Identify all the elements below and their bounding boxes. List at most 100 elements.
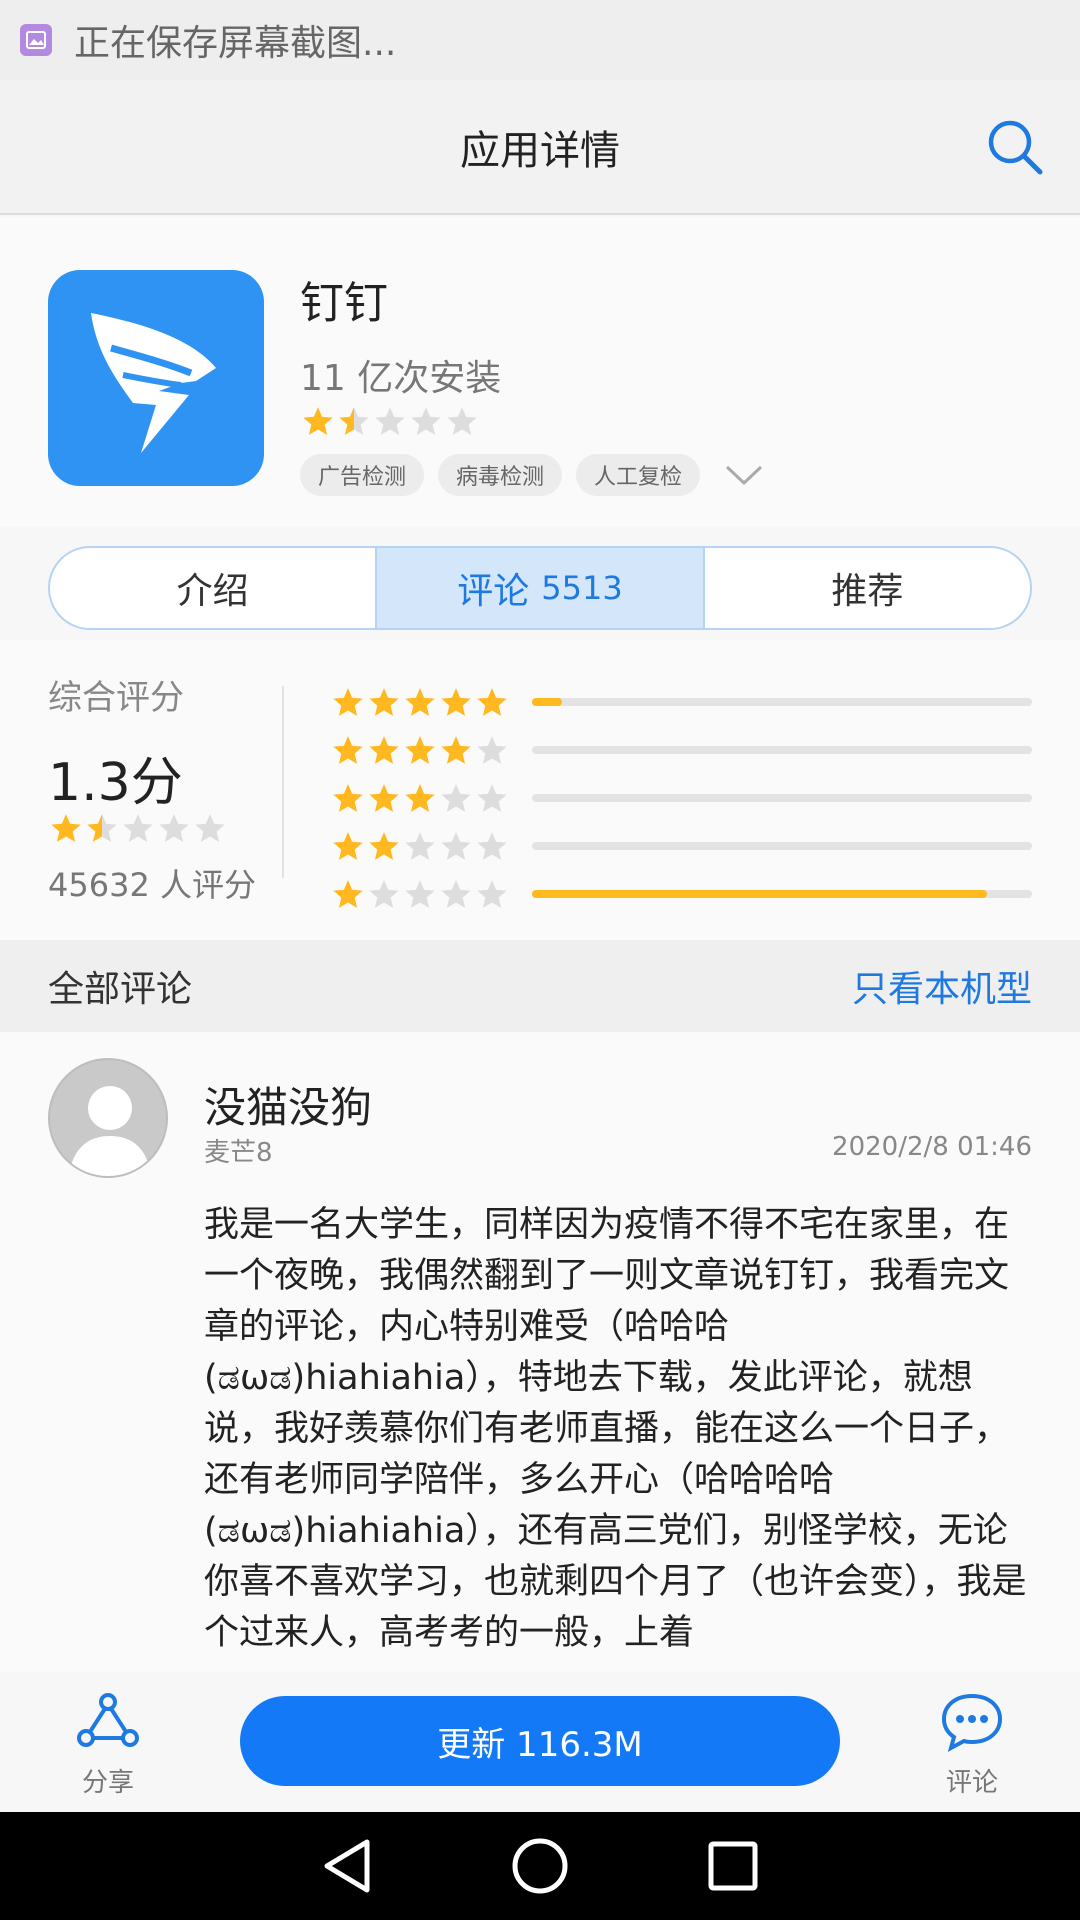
tab-reviews-count: 5513 [541, 569, 623, 607]
rating-row-5 [330, 684, 1032, 720]
star-empty-icon [447, 407, 477, 435]
rating-bar-fill [532, 890, 987, 898]
share-label: 分享 [81, 1768, 134, 1798]
rating-bar-track [532, 746, 1032, 754]
rating-row-3 [330, 780, 1032, 816]
recents-icon [708, 1841, 758, 1891]
tab-intro-label: 介绍 [176, 571, 249, 612]
rating-summary: 综合评分 1.3分 45632 人评分 [0, 640, 1080, 940]
status-bar: 正在保存屏幕截图... [0, 0, 1080, 80]
rating-row-stars [330, 878, 532, 910]
filter-my-device-link[interactable]: 只看本机型 [852, 960, 1032, 1012]
star-filled-icon [369, 688, 399, 716]
review-date: 2020/2/8 01:46 [832, 1132, 1032, 1162]
reviews-header: 全部评论 只看本机型 [0, 940, 1080, 1032]
status-text: 正在保存屏幕截图... [74, 23, 397, 64]
star-half-icon [339, 407, 369, 435]
rating-label: 综合评分 [48, 678, 184, 718]
reviewer-name: 没猫没狗 [204, 1083, 373, 1132]
star-empty-icon [159, 814, 189, 842]
star-empty-icon [441, 880, 471, 908]
star-empty-icon [441, 832, 471, 860]
tag-manual-review[interactable]: 人工复检 [576, 454, 701, 496]
recents-button[interactable] [697, 1830, 769, 1902]
review-item: 没猫没狗 麦芒8 2020/2/8 01:46 我是一名大学生，同样因为疫情不得… [0, 1032, 1080, 1672]
rating-bar-track [532, 698, 1032, 706]
rating-row-stars [330, 686, 532, 718]
app-header: 钉钉 11 亿次安装 广告检测 病毒检测 人工复检 [0, 217, 1080, 527]
rating-bar-fill [532, 698, 562, 706]
home-button[interactable] [504, 1830, 576, 1902]
rating-row-4 [330, 732, 1032, 768]
tab-recommend-label: 推荐 [831, 571, 904, 612]
star-filled-icon [369, 784, 399, 812]
tab-bar: 介绍 评论 5513 推荐 [48, 546, 1032, 630]
rating-row-stars [330, 734, 532, 766]
star-empty-icon [477, 832, 507, 860]
bottom-action-bar: 分享 更新 116.3M 评论 [0, 1672, 1080, 1812]
tab-recommend[interactable]: 推荐 [705, 548, 1030, 628]
star-filled-icon [441, 736, 471, 764]
reviewer-device: 麦芒8 [204, 1138, 273, 1168]
comment-button[interactable]: 评论 [932, 1692, 1012, 1799]
tab-reviews[interactable]: 评论 5513 [377, 548, 705, 628]
star-empty-icon [477, 736, 507, 764]
star-empty-icon [195, 814, 225, 842]
rating-stars [48, 812, 228, 844]
search-icon [988, 120, 1043, 175]
rating-bar-track [532, 890, 1032, 898]
star-filled-icon [405, 736, 435, 764]
star-filled-icon [333, 688, 363, 716]
system-nav-bar [0, 1812, 1080, 1920]
star-filled-icon [303, 407, 333, 435]
divider [282, 686, 284, 878]
app-bar: 应用详情 [0, 80, 1080, 215]
review-text[interactable]: 我是一名大学生，同样因为疫情不得不宅在家里，在一个夜晚，我偶然翻到了一则文章说钉… [204, 1200, 1032, 1659]
star-filled-icon [333, 736, 363, 764]
update-button[interactable]: 更新 116.3M [240, 1696, 840, 1786]
star-empty-icon [477, 784, 507, 812]
back-button[interactable] [311, 1830, 383, 1902]
star-filled-icon [369, 736, 399, 764]
tab-intro[interactable]: 介绍 [50, 548, 378, 628]
rating-row-stars [330, 830, 532, 862]
star-filled-icon [333, 880, 363, 908]
rating-row-1 [330, 876, 1032, 912]
app-rating-stars [300, 405, 480, 437]
star-empty-icon [375, 407, 405, 435]
star-half-icon [87, 814, 117, 842]
star-filled-icon [51, 814, 81, 842]
star-empty-icon [369, 880, 399, 908]
star-empty-icon [411, 407, 441, 435]
rating-count: 45632 人评分 [48, 866, 256, 904]
chevron-down-icon[interactable] [724, 455, 764, 495]
star-filled-icon [441, 688, 471, 716]
star-filled-icon [333, 784, 363, 812]
app-icon [48, 270, 264, 486]
tag-list: 广告检测 病毒检测 人工复检 [300, 454, 764, 496]
search-button[interactable] [984, 116, 1046, 178]
rating-bar-track [532, 794, 1032, 802]
app-name: 钉钉 [300, 278, 388, 329]
share-button[interactable]: 分享 [68, 1692, 148, 1799]
tag-ad-check[interactable]: 广告检测 [300, 454, 425, 496]
rating-row-stars [330, 782, 532, 814]
rating-score: 1.3分 [48, 753, 183, 813]
back-icon [324, 1839, 370, 1893]
star-empty-icon [405, 880, 435, 908]
comment-icon [941, 1693, 1003, 1752]
star-filled-icon [369, 832, 399, 860]
star-empty-icon [405, 832, 435, 860]
tab-reviews-label: 评论 [457, 571, 530, 612]
comment-label: 评论 [945, 1768, 998, 1798]
star-empty-icon [123, 814, 153, 842]
star-filled-icon [405, 688, 435, 716]
star-filled-icon [405, 784, 435, 812]
star-empty-icon [441, 784, 471, 812]
avatar[interactable] [48, 1058, 168, 1178]
rating-row-2 [330, 828, 1032, 864]
screenshot-icon [20, 24, 52, 56]
install-count: 11 亿次安装 [300, 358, 502, 399]
tag-virus-check[interactable]: 病毒检测 [438, 454, 563, 496]
rating-bar-track [532, 842, 1032, 850]
